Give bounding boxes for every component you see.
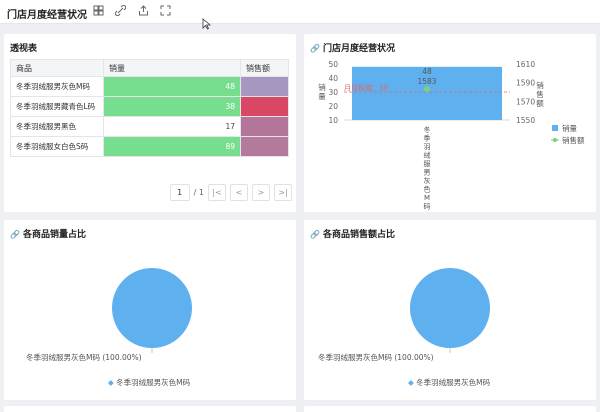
cell-sales xyxy=(240,116,289,137)
next-page-button[interactable]: > xyxy=(252,184,270,201)
left-tick-label: 30 xyxy=(328,88,338,97)
x-tick-label-char: 服 xyxy=(424,160,431,168)
cell-product: 冬季羽绒服女白色S码 xyxy=(10,136,104,157)
pie2-card: 🔗 各商品销售额占比 冬季羽绒服男灰色M码 (100.00%) ◆ 冬季羽绒服男灰… xyxy=(304,220,596,400)
page-current[interactable]: 1 xyxy=(169,184,190,201)
pie1-legend-text: 冬季羽绒服男灰色M码 xyxy=(116,378,191,387)
fullscreen-icon[interactable] xyxy=(159,5,171,17)
col-header-product[interactable]: 商品 xyxy=(10,59,104,77)
legend-diamond-icon: ◆ xyxy=(108,378,114,387)
table-row[interactable]: 冬季羽绒服男灰色M码 48 xyxy=(10,76,289,97)
left-axis-label-char: 量 xyxy=(318,92,326,101)
bar-data-label: 48 xyxy=(422,67,432,76)
combo-chart: 10 20 30 40 50 1550 1570 1590 1610 48 月目标值：30 1583 销… xyxy=(318,60,585,211)
combo-card: 🔗 门店月度经营状况 10 20 30 40 50 1550 1570 1590 1610 48 月目… xyxy=(304,34,596,212)
link-icon[interactable] xyxy=(114,4,126,17)
pie1-label: 冬季羽绒服男灰色M码 (100.00%) xyxy=(26,353,142,362)
grid-icon[interactable] xyxy=(92,5,104,17)
pivot-title: 透视表 xyxy=(10,44,38,54)
x-tick-label-char: 码 xyxy=(424,203,431,211)
x-tick-label-char: 羽 xyxy=(424,143,431,151)
x-tick-label-char: 绒 xyxy=(424,151,431,160)
legend-swatch-bar xyxy=(552,125,558,131)
x-tick-label-char: 色 xyxy=(424,185,431,194)
pie2-slice[interactable] xyxy=(410,268,490,348)
cell-sales xyxy=(240,76,289,97)
bottom-card-left xyxy=(4,406,296,412)
prev-page-button[interactable]: < xyxy=(230,184,248,201)
col-header-qty[interactable]: 销量 xyxy=(103,59,241,77)
legend-diamond-icon: ◆ xyxy=(408,378,414,387)
cell-sales xyxy=(240,96,289,117)
pie1-slice[interactable] xyxy=(112,268,192,348)
left-axis-label-char: 销 xyxy=(318,82,326,92)
pie1-legend[interactable]: ◆ 冬季羽绒服男灰色M码 xyxy=(108,377,190,388)
cell-sales xyxy=(240,136,289,157)
cell-product: 冬季羽绒服男灰色M码 xyxy=(10,76,104,97)
pie1-chart xyxy=(112,268,192,353)
table-row[interactable]: 冬季羽绒服女白色S码 89 xyxy=(10,136,289,157)
cell-qty: 17 xyxy=(103,116,241,137)
right-tick-label: 1590 xyxy=(516,79,535,88)
legend-swatch-dot xyxy=(553,138,557,142)
pie2-label: 冬季羽绒服男灰色M码 (100.00%) xyxy=(318,353,434,362)
x-tick-label-char: 季 xyxy=(424,134,431,143)
right-tick-label: 1570 xyxy=(516,97,535,106)
right-axis-label-char: 额 xyxy=(536,98,544,108)
cell-qty: 38 xyxy=(103,96,241,117)
pie2-chart xyxy=(410,268,490,353)
cell-product: 冬季羽绒服男黑色 xyxy=(10,116,104,137)
right-axis-label-char: 售 xyxy=(536,89,544,99)
page-total: / 1 xyxy=(193,188,204,197)
x-tick-label-char: 男 xyxy=(424,169,431,177)
cursor-icon xyxy=(200,18,212,30)
col-header-sales[interactable]: 销售额 xyxy=(240,59,289,77)
x-tick-label-char: M xyxy=(424,194,430,202)
first-page-button[interactable]: |< xyxy=(208,184,226,201)
left-tick-label: 10 xyxy=(328,116,338,125)
line-data-label: 1583 xyxy=(417,77,436,86)
pivot-table: 商品 销量 销售额 冬季羽绒服男灰色M码 48 冬季羽绒服男藏青色L码 38 冬季羽绒服… xyxy=(10,59,289,157)
left-tick-label: 40 xyxy=(328,74,338,83)
bottom-card-right xyxy=(304,406,596,412)
share-icon[interactable] xyxy=(137,5,149,17)
cell-product: 冬季羽绒服男藏青色L码 xyxy=(10,96,104,117)
legend-label-bar: 销量 xyxy=(562,123,577,133)
right-axis-label-char: 销 xyxy=(536,80,544,90)
table-row[interactable]: 冬季羽绒服男黑色 17 xyxy=(10,116,289,137)
page-title: 门店月度经营状况 xyxy=(7,10,87,21)
left-tick-label: 20 xyxy=(328,102,338,111)
table-row[interactable]: 冬季羽绒服男藏青色L码 38 xyxy=(10,96,289,117)
x-tick-label-char: 冬 xyxy=(424,125,431,134)
pagination: 1 / 1 |< < > >| xyxy=(169,184,292,201)
cell-qty: 89 xyxy=(103,136,241,157)
pivot-card: 透视表 商品 销量 销售额 冬季羽绒服男灰色M码 48 冬季羽绒服男藏青色L码 38 冬… xyxy=(4,34,296,212)
x-tick-label-char: 灰 xyxy=(424,176,431,185)
pie1-card: 🔗 各商品销量占比 冬季羽绒服男灰色M码 (100.00%) ◆ 冬季羽绒服男灰色… xyxy=(4,220,296,400)
pie2-legend-text: 冬季羽绒服男灰色M码 xyxy=(416,378,491,387)
cell-qty: 48 xyxy=(103,76,241,97)
target-label: 月目标值：30 xyxy=(344,83,388,92)
right-tick-label: 1610 xyxy=(516,60,535,69)
line-point xyxy=(424,86,430,93)
pie2-legend[interactable]: ◆ 冬季羽绒服男灰色M码 xyxy=(408,377,490,388)
last-page-button[interactable]: >| xyxy=(274,184,292,201)
top-bar: 门店月度经营状况 xyxy=(0,0,600,30)
left-tick-label: 50 xyxy=(328,60,338,69)
legend-label-line: 销售额 xyxy=(562,135,585,145)
right-tick-label: 1550 xyxy=(516,116,535,125)
